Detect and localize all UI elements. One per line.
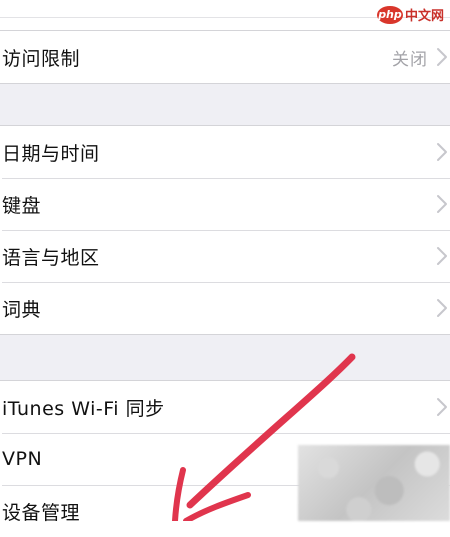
itunes-wifi-sync-label: iTunes Wi-Fi 同步 — [2, 397, 165, 420]
dictionary-row[interactable]: 词典 — [0, 282, 450, 334]
chevron-right-icon — [437, 247, 447, 265]
watermark-text: 中文网 — [404, 9, 444, 24]
device-management-label: 设备管理 — [2, 501, 81, 524]
chevron-right-icon — [437, 48, 447, 66]
chevron-right-icon — [437, 299, 447, 317]
date-time-label: 日期与时间 — [2, 142, 100, 165]
language-region-row[interactable]: 语言与地区 — [0, 230, 450, 282]
chevron-right-icon — [437, 195, 447, 213]
chevron-right-icon — [437, 398, 447, 416]
vpn-label: VPN — [2, 448, 43, 470]
settings-group-general: 日期与时间 键盘 语言与地区 词典 — [0, 125, 450, 335]
watermark: php 中文网 — [376, 5, 444, 24]
date-time-row[interactable]: 日期与时间 — [0, 126, 450, 178]
settings-group-restrictions: 访问限制 关闭 — [0, 30, 450, 84]
restrictions-label: 访问限制 — [2, 47, 81, 70]
language-region-label: 语言与地区 — [2, 246, 100, 269]
restrictions-row[interactable]: 访问限制 关闭 — [0, 31, 450, 83]
watermark-logo: php — [376, 5, 403, 24]
dictionary-label: 词典 — [2, 298, 42, 321]
keyboard-row[interactable]: 键盘 — [0, 178, 450, 230]
restrictions-value: 关闭 — [392, 49, 428, 70]
itunes-wifi-sync-row[interactable]: iTunes Wi-Fi 同步 — [0, 381, 450, 433]
keyboard-label: 键盘 — [2, 194, 42, 217]
chevron-right-icon — [437, 143, 447, 161]
blurred-region — [298, 445, 450, 521]
